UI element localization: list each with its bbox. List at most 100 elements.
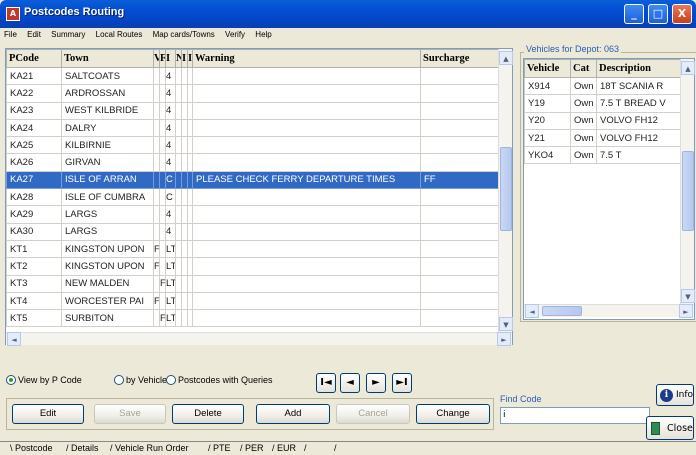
table-cell[interactable]: 4 <box>165 66 176 86</box>
vehicle-row[interactable]: Y20 Own VOLVO FH12 <box>524 111 683 130</box>
vehicle-cell[interactable]: Y20 <box>524 111 571 130</box>
table-cell[interactable]: KA29 <box>6 205 62 224</box>
table-cell[interactable]: NEW MALDEN <box>61 274 154 293</box>
table-cell[interactable] <box>420 118 499 138</box>
menu-file[interactable]: File <box>4 30 17 39</box>
first-record-button[interactable]: I◄ <box>316 373 336 393</box>
vehicle-column-header[interactable]: Description <box>596 59 683 78</box>
tab-eur[interactable]: / EUR <box>272 443 296 453</box>
tab-blank-1[interactable]: / <box>304 443 307 453</box>
vehicles-scroll-down-icon[interactable]: ▼ <box>681 289 695 303</box>
menu-edit[interactable]: Edit <box>27 30 41 39</box>
table-cell[interactable] <box>420 257 499 276</box>
maximize-button[interactable]: □ <box>648 4 668 24</box>
table-cell[interactable]: WORCESTER PAI <box>61 291 154 311</box>
table-cell[interactable] <box>192 239 421 259</box>
table-cell[interactable] <box>420 205 499 224</box>
table-row[interactable]: KA28 ISLE OF CUMBRA C <box>6 188 499 207</box>
table-cell[interactable]: KA24 <box>6 118 62 138</box>
vehicle-cell[interactable]: YKO4 <box>524 146 571 165</box>
save-button[interactable]: Save <box>94 404 166 424</box>
vehicle-column-header[interactable]: Cat <box>570 59 597 78</box>
table-cell[interactable]: 4 <box>165 101 176 120</box>
table-cell[interactable]: KINGSTON UPON <box>61 239 154 259</box>
last-record-button[interactable]: ►I <box>392 373 412 393</box>
table-row[interactable]: KA30 LARGS 4 <box>6 222 499 241</box>
table-cell[interactable] <box>420 153 499 172</box>
column-header[interactable]: Surcharge <box>420 49 499 68</box>
edit-button[interactable]: Edit <box>12 404 84 424</box>
scroll-down-arrow-icon[interactable]: ▼ <box>499 317 513 331</box>
table-row[interactable]: KT5 SURBITON F LT <box>6 309 499 328</box>
table-cell[interactable]: LARGS <box>61 222 154 241</box>
vehicle-cell[interactable]: Own <box>570 128 597 148</box>
table-cell[interactable] <box>192 291 421 311</box>
delete-button[interactable]: Delete <box>172 404 244 424</box>
table-cell[interactable] <box>420 291 499 311</box>
vehicle-row[interactable]: Y19 Own 7.5 T BREAD V <box>524 94 683 113</box>
table-cell[interactable] <box>192 188 421 207</box>
table-cell[interactable]: KT5 <box>6 309 62 328</box>
vehicle-cell[interactable]: 18T SCANIA R <box>596 76 683 96</box>
cancel-button[interactable]: Cancel <box>336 404 410 424</box>
table-cell[interactable] <box>192 153 421 172</box>
vehicle-cell[interactable]: Own <box>570 111 597 130</box>
table-row[interactable]: KA27 ISLE OF ARRAN C PLEASE CHECK FERRY DEP… <box>6 170 499 190</box>
table-cell[interactable]: KILBIRNIE <box>61 136 154 155</box>
menu-local-routes[interactable]: Local Routes <box>96 30 143 39</box>
table-cell[interactable]: 4 <box>165 84 176 103</box>
vehicle-cell[interactable]: Own <box>570 76 597 96</box>
column-header[interactable]: I <box>165 49 176 68</box>
table-cell[interactable]: LARGS <box>61 205 154 224</box>
vehicles-grid[interactable]: Vehicle Cat Description X914 Own 18T SCANIA … <box>523 58 695 320</box>
table-cell[interactable]: KT4 <box>6 291 62 311</box>
vehicle-column-header[interactable]: Vehicle <box>524 59 571 78</box>
table-cell[interactable]: KA22 <box>6 84 62 103</box>
find-code-input[interactable]: i <box>500 407 650 424</box>
table-cell[interactable] <box>420 222 499 241</box>
table-cell[interactable]: GIRVAN <box>61 153 154 172</box>
table-cell[interactable] <box>192 84 421 103</box>
menu-verify[interactable]: Verify <box>225 30 245 39</box>
table-row[interactable]: KA22 ARDROSSAN 4 <box>6 84 499 103</box>
table-cell[interactable]: KT2 <box>6 257 62 276</box>
table-cell[interactable]: KA26 <box>6 153 62 172</box>
grid-scroll-thumb[interactable] <box>500 147 512 231</box>
table-cell[interactable] <box>192 309 421 328</box>
grid-horizontal-scrollbar[interactable]: ◄ ► <box>6 332 512 346</box>
table-cell[interactable]: KA27 <box>6 170 62 190</box>
table-cell[interactable] <box>420 101 499 120</box>
table-row[interactable]: KA26 GIRVAN 4 <box>6 153 499 172</box>
change-button[interactable]: Change <box>416 404 490 424</box>
table-row[interactable]: KT1 KINGSTON UPON F LT <box>6 239 499 259</box>
vehicle-cell[interactable]: Y21 <box>524 128 571 148</box>
table-cell[interactable] <box>420 66 499 86</box>
table-cell[interactable] <box>420 309 499 328</box>
table-row[interactable]: KT2 KINGSTON UPON F LT <box>6 257 499 276</box>
vehicle-cell[interactable]: 7.5 T <box>596 146 683 165</box>
table-cell[interactable]: 4 <box>165 118 176 138</box>
table-cell[interactable] <box>192 66 421 86</box>
table-cell[interactable]: LT <box>165 239 176 259</box>
table-cell[interactable]: LT <box>165 309 176 328</box>
table-cell[interactable] <box>192 222 421 241</box>
table-cell[interactable]: ISLE OF ARRAN <box>61 170 154 190</box>
table-cell[interactable] <box>192 205 421 224</box>
table-cell[interactable] <box>192 136 421 155</box>
table-cell[interactable]: KA23 <box>6 101 62 120</box>
vehicles-hscroll-thumb[interactable] <box>542 306 582 316</box>
vehicle-row[interactable]: YKO4 Own 7.5 T <box>524 146 683 165</box>
table-cell[interactable]: WEST KILBRIDE <box>61 101 154 120</box>
table-cell[interactable]: KA30 <box>6 222 62 241</box>
radio-by-vehicle[interactable]: by Vehicle <box>114 375 167 385</box>
vehicle-cell[interactable]: X914 <box>524 76 571 96</box>
tab-per[interactable]: / PER <box>240 443 264 453</box>
table-cell[interactable]: KINGSTON UPON <box>61 257 154 276</box>
column-header[interactable]: Town <box>61 49 154 68</box>
table-cell[interactable]: LT <box>165 257 176 276</box>
table-cell[interactable]: 4 <box>165 222 176 241</box>
table-row[interactable]: KA21 SALTCOATS 4 <box>6 66 499 86</box>
minimize-button[interactable]: _ <box>624 4 644 24</box>
table-cell[interactable] <box>192 257 421 276</box>
table-cell[interactable]: 4 <box>165 153 176 172</box>
